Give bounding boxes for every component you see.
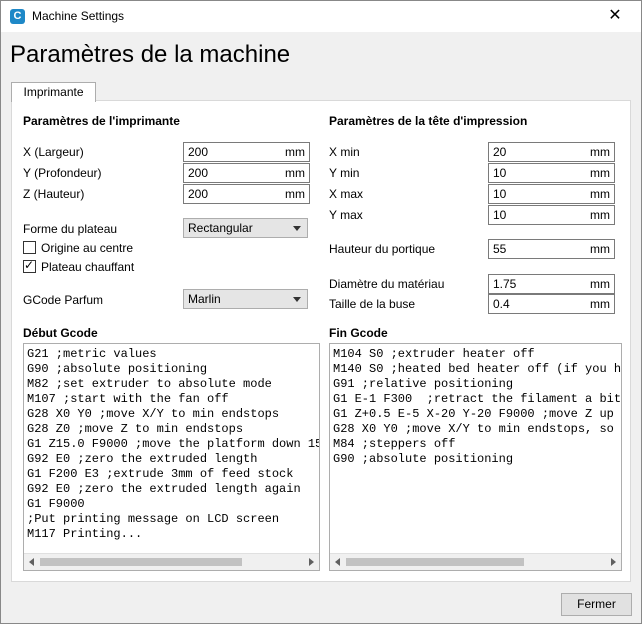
x-min-field[interactable]: 20 mm [488, 142, 615, 162]
gantry-height-label: Hauteur du portique [329, 242, 436, 256]
scroll-left-icon[interactable] [335, 558, 340, 566]
z-height-unit: mm [285, 187, 305, 201]
gcode-flavor-value: Marlin [188, 292, 221, 306]
scrollbar-thumb[interactable] [346, 558, 524, 566]
x-max-value: 10 [493, 187, 507, 201]
material-diameter-label: Diamètre du matériau [329, 277, 445, 291]
x-width-value: 200 [188, 145, 209, 159]
scroll-right-icon[interactable] [611, 558, 616, 566]
start-gcode-title: Début Gcode [23, 326, 98, 340]
chevron-down-icon [293, 297, 301, 302]
nozzle-size-value: 0.4 [493, 297, 510, 311]
y-depth-field[interactable]: 200 mm [183, 163, 310, 183]
y-min-value: 10 [493, 166, 507, 180]
settings-panel: Paramètres de l'imprimante X (Largeur) 2… [11, 100, 631, 582]
y-max-unit: mm [590, 208, 610, 222]
y-depth-label: Y (Profondeur) [23, 166, 102, 180]
material-diameter-value: 1.75 [493, 277, 517, 291]
x-width-field[interactable]: 200 mm [183, 142, 310, 162]
y-max-value: 10 [493, 208, 507, 222]
z-height-label: Z (Hauteur) [23, 187, 85, 201]
heated-bed-label: Plateau chauffant [41, 260, 135, 274]
page-title: Paramètres de la machine [10, 41, 291, 68]
y-min-field[interactable]: 10 mm [488, 163, 615, 183]
y-min-label: Y min [329, 166, 360, 180]
z-height-value: 200 [188, 187, 209, 201]
gantry-height-field[interactable]: 55 mm [488, 239, 615, 259]
nozzle-size-field[interactable]: 0.4 mm [488, 294, 615, 314]
printhead-settings-title: Paramètres de la tête d'impression [329, 114, 528, 128]
start-gcode-text: G21 ;metric values G90 ;absolute positio… [27, 347, 319, 541]
y-min-unit: mm [590, 166, 610, 180]
scroll-right-icon[interactable] [309, 558, 314, 566]
x-min-value: 20 [493, 145, 507, 159]
chevron-down-icon [293, 226, 301, 231]
build-plate-shape-label: Forme du plateau [23, 222, 118, 236]
cura-app-icon: C [10, 9, 25, 24]
x-max-field[interactable]: 10 mm [488, 184, 615, 204]
end-gcode-text: M104 S0 ;extruder heater off M140 S0 ;he… [333, 347, 622, 466]
end-gcode-title: Fin Gcode [329, 326, 388, 340]
x-width-unit: mm [285, 145, 305, 159]
material-diameter-unit: mm [590, 277, 610, 291]
start-gcode-hscrollbar[interactable] [24, 553, 319, 570]
x-max-label: X max [329, 187, 364, 201]
build-plate-shape-value: Rectangular [188, 221, 253, 235]
gcode-flavor-select[interactable]: Marlin [183, 289, 308, 309]
material-diameter-field[interactable]: 1.75 mm [488, 274, 615, 294]
x-min-label: X min [329, 145, 360, 159]
x-max-unit: mm [590, 187, 610, 201]
y-depth-value: 200 [188, 166, 209, 180]
scrollbar-thumb[interactable] [40, 558, 242, 566]
gantry-height-unit: mm [590, 242, 610, 256]
title-bar: C Machine Settings ✕ [1, 1, 641, 32]
gcode-flavor-label: GCode Parfum [23, 293, 104, 307]
close-button[interactable]: Fermer [561, 593, 632, 616]
x-min-unit: mm [590, 145, 610, 159]
y-max-field[interactable]: 10 mm [488, 205, 615, 225]
build-plate-shape-select[interactable]: Rectangular [183, 218, 308, 238]
origin-at-center-checkbox[interactable] [23, 241, 36, 254]
nozzle-size-label: Taille de la buse [329, 297, 416, 311]
tab-printer[interactable]: Imprimante [11, 82, 96, 102]
start-gcode-editor[interactable]: G21 ;metric values G90 ;absolute positio… [23, 343, 320, 571]
x-width-label: X (Largeur) [23, 145, 84, 159]
window-close-icon[interactable]: ✕ [595, 5, 635, 27]
checkmark-icon: ✓ [24, 258, 35, 272]
scroll-left-icon[interactable] [29, 558, 34, 566]
heated-bed-checkbox[interactable]: ✓ [23, 258, 36, 273]
end-gcode-editor[interactable]: M104 S0 ;extruder heater off M140 S0 ;he… [329, 343, 622, 571]
z-height-field[interactable]: 200 mm [183, 184, 310, 204]
origin-at-center-label: Origine au centre [41, 241, 134, 255]
machine-settings-window: C Machine Settings ✕ Paramètres de la ma… [0, 0, 642, 624]
gantry-height-value: 55 [493, 242, 507, 256]
window-title: Machine Settings [32, 9, 125, 23]
y-depth-unit: mm [285, 166, 305, 180]
end-gcode-hscrollbar[interactable] [330, 553, 621, 570]
y-max-label: Y max [329, 208, 363, 222]
nozzle-size-unit: mm [590, 297, 610, 311]
printer-settings-title: Paramètres de l'imprimante [23, 114, 180, 128]
